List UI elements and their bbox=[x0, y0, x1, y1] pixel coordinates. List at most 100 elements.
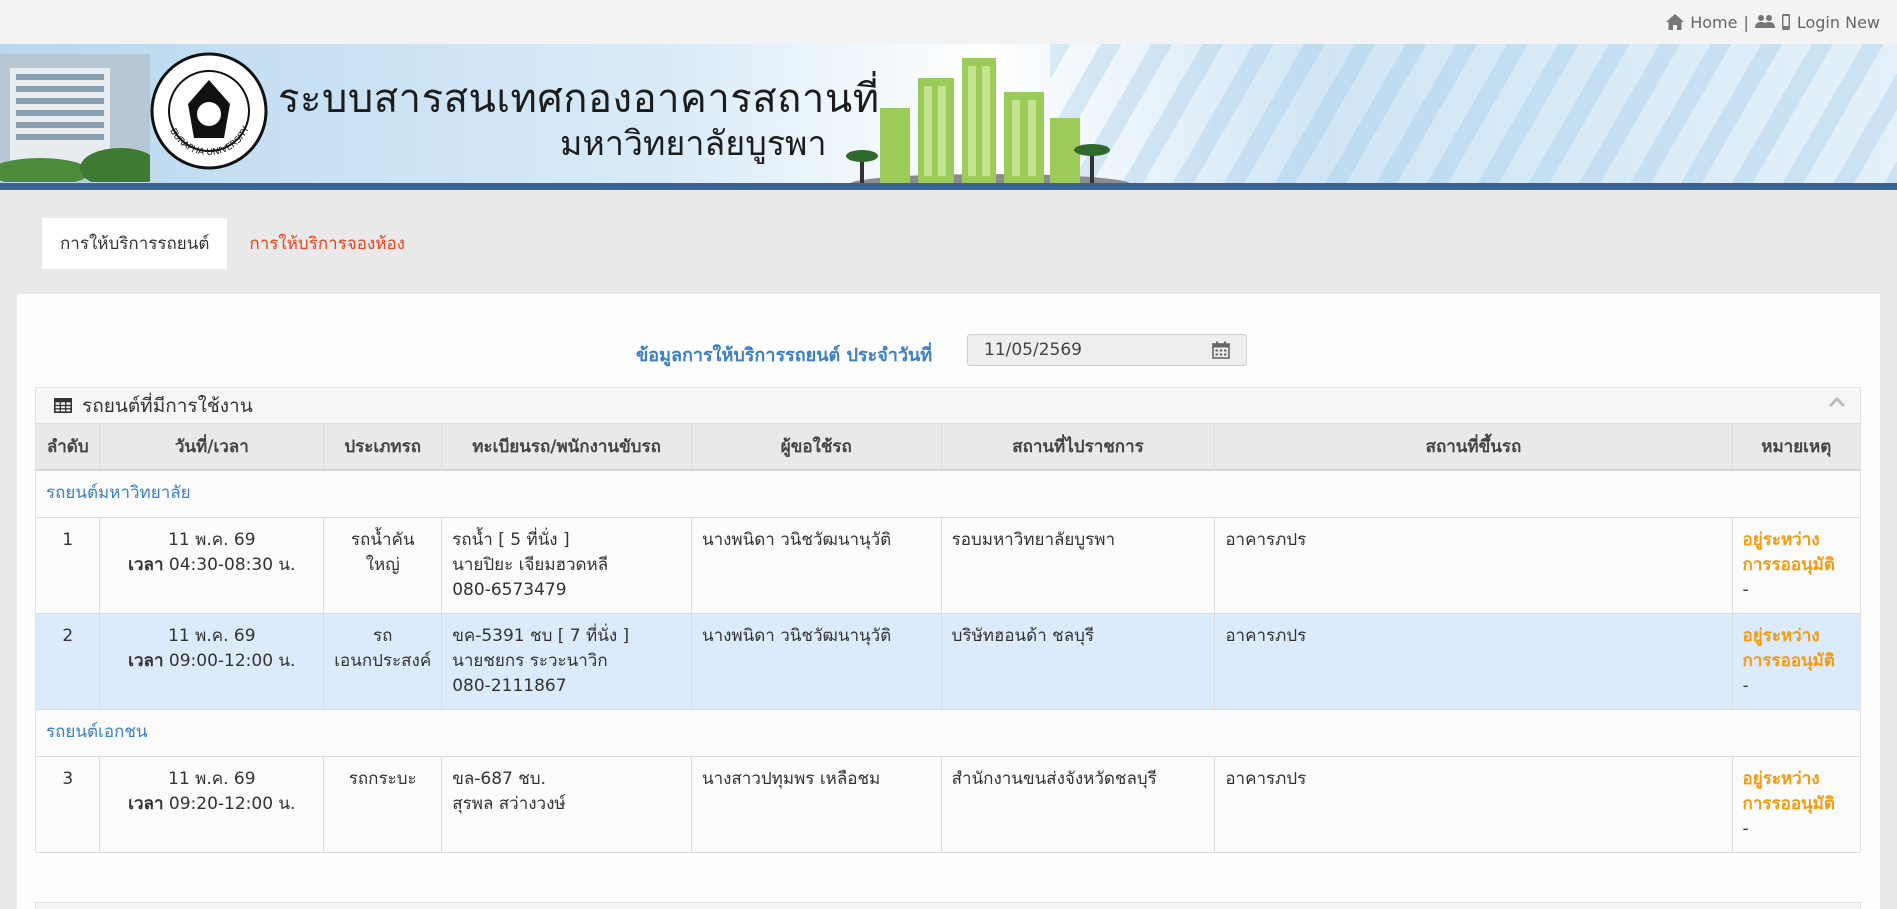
column-header[interactable]: ลำดับ bbox=[36, 424, 101, 471]
banner-subtitle: มหาวิทยาลัยบูรพา bbox=[560, 124, 827, 164]
row-pickup: อาคารภปร bbox=[1214, 613, 1733, 710]
status-badge: อยู่ระหว่าง bbox=[1742, 625, 1820, 646]
row-datetime: 11 พ.ค. 69 เวลา 04:30-08:30 น. bbox=[99, 517, 325, 614]
mobile-icon bbox=[1781, 14, 1790, 30]
row-plate: ขล-687 ชบ. bbox=[452, 768, 546, 789]
row-requester: นางสาวปทุมพร เหลือชม bbox=[691, 756, 942, 853]
home-icon bbox=[1666, 14, 1685, 30]
time-label: เวลา bbox=[128, 554, 164, 575]
row-number: 2 bbox=[36, 613, 101, 710]
row-driver: นายปิยะ เจียมฮวดหลี bbox=[452, 554, 609, 575]
vehicle-type-line: รถกระบะ bbox=[348, 768, 417, 789]
column-header[interactable]: หมายเหตุ bbox=[1732, 424, 1860, 471]
topbar-separator: | bbox=[1743, 12, 1749, 32]
row-date: 11 พ.ค. 69 bbox=[168, 625, 256, 646]
date-filter-row: ข้อมูลการให้บริการรถยนต์ ประจำวันที่ 11/… bbox=[17, 334, 1880, 366]
row-plate-driver: ขล-687 ชบ. สุรพล สว่างวงษ์ bbox=[441, 756, 692, 853]
row-date: 11 พ.ค. 69 bbox=[168, 768, 256, 789]
top-bar: Home | Login New bbox=[0, 0, 1897, 44]
row-time: 09:20-12:00 น. bbox=[168, 793, 296, 814]
status-badge-line2: การรออนุมัติ bbox=[1742, 650, 1835, 671]
building-illustration bbox=[0, 54, 150, 182]
row-vehicle-type: รถกระบะ bbox=[323, 756, 443, 853]
main-panel: ข้อมูลการให้บริการรถยนต์ ประจำวันที่ 11/… bbox=[17, 294, 1880, 909]
row-date: 11 พ.ค. 69 bbox=[168, 529, 256, 550]
table-row[interactable]: 1 11 พ.ค. 69 เวลา 04:30-08:30 น. รถน้ำคั… bbox=[36, 517, 1860, 614]
row-pickup: อาคารภปร bbox=[1214, 517, 1733, 614]
next-panel-edge bbox=[35, 902, 1861, 909]
column-header[interactable]: สถานที่ขึ้นรถ bbox=[1214, 424, 1733, 471]
row-remark: อยู่ระหว่าง การรออนุมัติ - bbox=[1732, 756, 1860, 853]
users-icon bbox=[1754, 15, 1775, 28]
status-badge: อยู่ระหว่าง bbox=[1742, 529, 1820, 550]
column-header[interactable]: สถานที่ไปราชการ bbox=[941, 424, 1216, 471]
row-datetime: 11 พ.ค. 69 เวลา 09:00-12:00 น. bbox=[99, 613, 325, 710]
site-banner: BURAPHA UNIVERSITY ระบบสารสนเทศกองอาคารส… bbox=[0, 44, 1897, 190]
login-link[interactable]: Login New bbox=[1754, 12, 1880, 32]
date-input-value: 11/05/2569 bbox=[984, 340, 1082, 360]
table-row[interactable]: 2 11 พ.ค. 69 เวลา 09:00-12:00 น. รถ เอนก… bbox=[36, 613, 1860, 710]
row-remark: อยู่ระหว่าง การรออนุมัติ - bbox=[1732, 613, 1860, 710]
vehicle-type-line: รถ bbox=[372, 625, 393, 646]
row-phone: 080-6573479 bbox=[452, 579, 567, 600]
row-time: 04:30-08:30 น. bbox=[168, 554, 296, 575]
vehicle-type-line: รถน้ำคันใหญ่ bbox=[350, 529, 415, 575]
row-requester: นางพนิดา วนิชวัฒนานุวัติ bbox=[691, 517, 942, 614]
row-destination: สำนักงานขนส่งจังหวัดชลบุรี bbox=[941, 756, 1216, 853]
group-label: รถยนต์เอกชน bbox=[36, 709, 1860, 757]
table-icon bbox=[54, 398, 72, 413]
row-time: 09:00-12:00 น. bbox=[168, 650, 296, 671]
row-plate: รถน้ำ [ 5 ที่นั่ง ] bbox=[452, 529, 570, 550]
row-plate: ขค-5391 ชบ [ 7 ที่นั่ง ] bbox=[452, 625, 630, 646]
chevron-up-icon[interactable] bbox=[1828, 396, 1846, 408]
group-label: รถยนต์มหาวิทยาลัย bbox=[36, 470, 1860, 518]
row-driver: นายชยกร ระวะนาวิก bbox=[452, 650, 608, 671]
date-input[interactable]: 11/05/2569 bbox=[967, 334, 1247, 366]
column-header[interactable]: ทะเบียนรถ/พนักงานขับรถ bbox=[441, 424, 692, 471]
row-note: - bbox=[1742, 818, 1749, 839]
row-number: 1 bbox=[36, 517, 101, 614]
box-title: รถยนต์ที่มีการใช้งาน bbox=[82, 394, 253, 417]
column-header[interactable]: ประเภทรถ bbox=[323, 424, 443, 471]
university-logo: BURAPHA UNIVERSITY bbox=[150, 52, 268, 170]
row-datetime: 11 พ.ค. 69 เวลา 09:20-12:00 น. bbox=[99, 756, 325, 853]
date-filter-label: ข้อมูลการให้บริการรถยนต์ ประจำวันที่ bbox=[636, 345, 933, 366]
group-row: รถยนต์เอกชน bbox=[36, 709, 1860, 757]
time-label: เวลา bbox=[128, 650, 164, 671]
row-pickup: อาคารภปร bbox=[1214, 756, 1733, 853]
vehicle-type-line: เอนกประสงค์ bbox=[334, 650, 432, 671]
calendar-icon[interactable] bbox=[1212, 341, 1230, 359]
banner-bottom-bar bbox=[0, 183, 1897, 190]
column-header[interactable]: วันที่/เวลา bbox=[99, 424, 325, 471]
tab-vehicle-service[interactable]: การให้บริการรถยนต์ bbox=[42, 218, 228, 269]
vehicles-in-use-box: รถยนต์ที่มีการใช้งาน ลำดับ วันที่/เวลา ป… bbox=[35, 387, 1861, 853]
row-plate-driver: ขค-5391 ชบ [ 7 ที่นั่ง ] นายชยกร ระวะนาว… bbox=[441, 613, 692, 710]
time-label: เวลา bbox=[128, 793, 164, 814]
column-header[interactable]: ผู้ขอใช้รถ bbox=[691, 424, 942, 471]
status-badge: อยู่ระหว่าง bbox=[1742, 768, 1820, 789]
row-vehicle-type: รถ เอนกประสงค์ bbox=[323, 613, 443, 710]
row-remark: อยู่ระหว่าง การรออนุมัติ - bbox=[1732, 517, 1860, 614]
row-note: - bbox=[1742, 579, 1749, 600]
login-label: Login New bbox=[1796, 12, 1880, 32]
home-label: Home bbox=[1690, 12, 1738, 32]
row-destination: รอบมหาวิทยาลัยบูรพา bbox=[941, 517, 1216, 614]
row-note: - bbox=[1742, 675, 1749, 696]
status-badge-line2: การรออนุมัติ bbox=[1742, 793, 1835, 814]
row-number: 3 bbox=[36, 756, 101, 853]
row-driver: สุรพล สว่างวงษ์ bbox=[452, 793, 566, 814]
table-row[interactable]: 3 11 พ.ค. 69 เวลา 09:20-12:00 น. รถกระบะ… bbox=[36, 756, 1860, 853]
banner-decoration bbox=[1050, 44, 1897, 184]
group-row: รถยนต์มหาวิทยาลัย bbox=[36, 470, 1860, 518]
vehicles-table: ลำดับ วันที่/เวลา ประเภทรถ ทะเบียนรถ/พนั… bbox=[36, 424, 1860, 853]
status-badge-line2: การรออนุมัติ bbox=[1742, 554, 1835, 575]
city-illustration bbox=[846, 58, 1130, 188]
tab-room-booking[interactable]: การให้บริการจองห้อง bbox=[231, 218, 423, 269]
row-vehicle-type: รถน้ำคันใหญ่ bbox=[323, 517, 443, 614]
box-header: รถยนต์ที่มีการใช้งาน bbox=[36, 388, 1860, 424]
row-destination: บริษัทฮอนด้า ชลบุรี bbox=[941, 613, 1216, 710]
row-requester: นางพนิดา วนิชวัฒนานุวัติ bbox=[691, 613, 942, 710]
service-tabs: การให้บริการรถยนต์ การให้บริการจองห้อง bbox=[42, 218, 423, 269]
home-link[interactable]: Home bbox=[1666, 13, 1737, 32]
row-phone: 080-2111867 bbox=[452, 675, 567, 696]
